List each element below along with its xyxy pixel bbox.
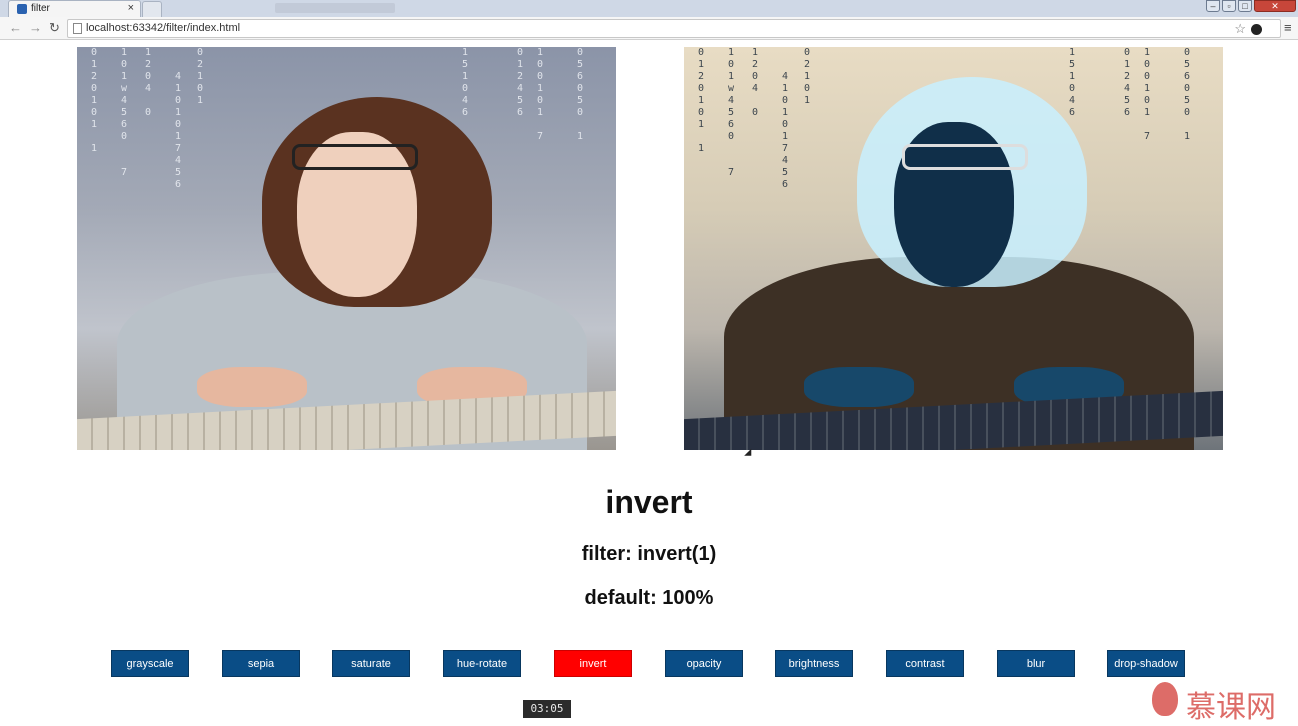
matrix-digits: 0 5 6 0 5 0 1 xyxy=(1184,47,1191,142)
matrix-digits: 0 1 2 4 5 6 xyxy=(517,47,524,118)
window-restore-button[interactable]: ▫ xyxy=(1222,0,1236,12)
page-icon xyxy=(73,23,82,34)
matrix-digits: 0 1 2 0 1 0 1 1 xyxy=(698,47,705,154)
browser-toolbar: ← → ↻ localhost:63342/filter/index.html … xyxy=(0,17,1298,40)
browser-title-bar: filter × – ▫ □ ✕ xyxy=(0,0,1298,17)
filter-button-opacity[interactable]: opacity xyxy=(665,650,743,677)
hand-shape xyxy=(197,367,307,407)
filter-button-blur[interactable]: blur xyxy=(997,650,1075,677)
star-icon[interactable]: ☆ xyxy=(1234,21,1246,37)
url-text[interactable]: localhost:63342/filter/index.html xyxy=(86,22,240,34)
forward-arrow-icon[interactable]: → xyxy=(29,20,42,35)
matrix-digits: 1 5 1 0 4 6 xyxy=(462,47,469,118)
browser-tab[interactable]: filter × xyxy=(8,0,141,17)
imooc-watermark-logo: 慕课网 xyxy=(1148,680,1293,725)
video-timestamp: 03:05 xyxy=(523,700,571,718)
matrix-digits: 1 0 0 1 0 1 7 xyxy=(537,47,544,142)
filter-css-text: filter: invert(1) xyxy=(581,543,717,565)
menu-icon[interactable]: ≡ xyxy=(1284,20,1292,35)
filter-button-contrast[interactable]: contrast xyxy=(886,650,964,677)
matrix-digits: 1 0 1 w 4 5 6 0 7 xyxy=(728,47,735,178)
filter-button-brightness[interactable]: brightness xyxy=(775,650,853,677)
new-tab-button[interactable] xyxy=(142,1,162,17)
filter-button-hue-rotate[interactable]: hue-rotate xyxy=(443,650,521,677)
matrix-digits: 4 1 0 1 0 1 7 4 5 6 xyxy=(175,71,182,190)
glasses-shape xyxy=(292,144,418,170)
window-close-button[interactable]: ✕ xyxy=(1254,0,1296,12)
filter-button-saturate[interactable]: saturate xyxy=(332,650,410,677)
filter-button-grayscale[interactable]: grayscale xyxy=(111,650,189,677)
matrix-digits: 4 1 0 1 0 1 7 4 5 6 xyxy=(782,71,789,190)
inverted-image: 0 1 2 0 1 0 1 1 1 0 1 w 4 5 6 0 7 1 2 0 … xyxy=(684,47,1223,450)
matrix-digits: 1 5 1 0 4 6 xyxy=(1069,47,1076,118)
filter-default-text: default: 100% xyxy=(584,587,714,609)
address-bar[interactable]: localhost:63342/filter/index.html ☆ xyxy=(67,19,1281,38)
matrix-digits: 1 0 1 w 4 5 6 0 7 xyxy=(121,47,128,178)
matrix-digits: 0 2 1 0 1 xyxy=(197,47,204,106)
hand-shape xyxy=(804,367,914,407)
matrix-digits: 0 5 6 0 5 0 1 xyxy=(577,47,584,142)
matrix-digits: 1 2 0 4 0 xyxy=(752,47,759,118)
back-arrow-icon[interactable]: ← xyxy=(9,20,22,35)
filter-button-drop-shadow[interactable]: drop-shadow xyxy=(1107,650,1185,677)
window-maximize-button[interactable]: □ xyxy=(1238,0,1252,12)
webstorm-favicon-icon xyxy=(17,4,27,14)
filter-button-sepia[interactable]: sepia xyxy=(222,650,300,677)
filter-name-heading: invert xyxy=(605,484,693,520)
original-image: 0 1 2 0 1 0 1 1 1 0 1 w 4 5 6 0 7 1 2 0 … xyxy=(77,47,616,450)
glasses-shape xyxy=(902,144,1028,170)
watermark-text: 慕课网 xyxy=(1186,690,1276,725)
tab-close-icon[interactable]: × xyxy=(128,2,134,14)
blurred-taskbar-item xyxy=(275,3,395,13)
matrix-digits: 0 1 2 4 5 6 xyxy=(1124,47,1131,118)
matrix-digits: 1 0 0 1 0 1 7 xyxy=(1144,47,1151,142)
extension-icon[interactable] xyxy=(1251,24,1262,35)
matrix-digits: 0 1 2 0 1 0 1 1 xyxy=(91,47,98,154)
window-minimize-button[interactable]: – xyxy=(1206,0,1220,12)
tab-title: filter xyxy=(31,3,50,14)
filter-button-invert[interactable]: invert xyxy=(554,650,632,677)
mouse-cursor-icon xyxy=(744,448,755,460)
reload-icon[interactable]: ↻ xyxy=(49,20,60,36)
matrix-digits: 0 2 1 0 1 xyxy=(804,47,811,106)
matrix-digits: 1 2 0 4 0 xyxy=(145,47,152,118)
flame-icon xyxy=(1152,682,1178,716)
